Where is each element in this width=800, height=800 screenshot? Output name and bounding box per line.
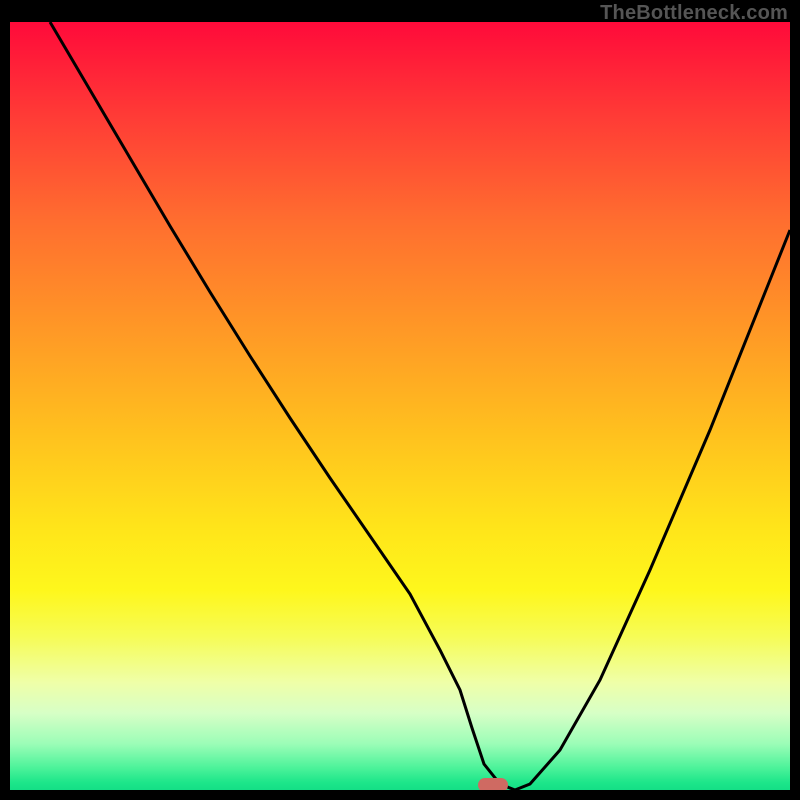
- curve-path: [50, 22, 790, 790]
- chart-frame: TheBottleneck.com: [0, 0, 800, 800]
- plot-area: [10, 22, 790, 790]
- bottleneck-curve: [10, 22, 790, 790]
- minimum-marker: [478, 778, 508, 790]
